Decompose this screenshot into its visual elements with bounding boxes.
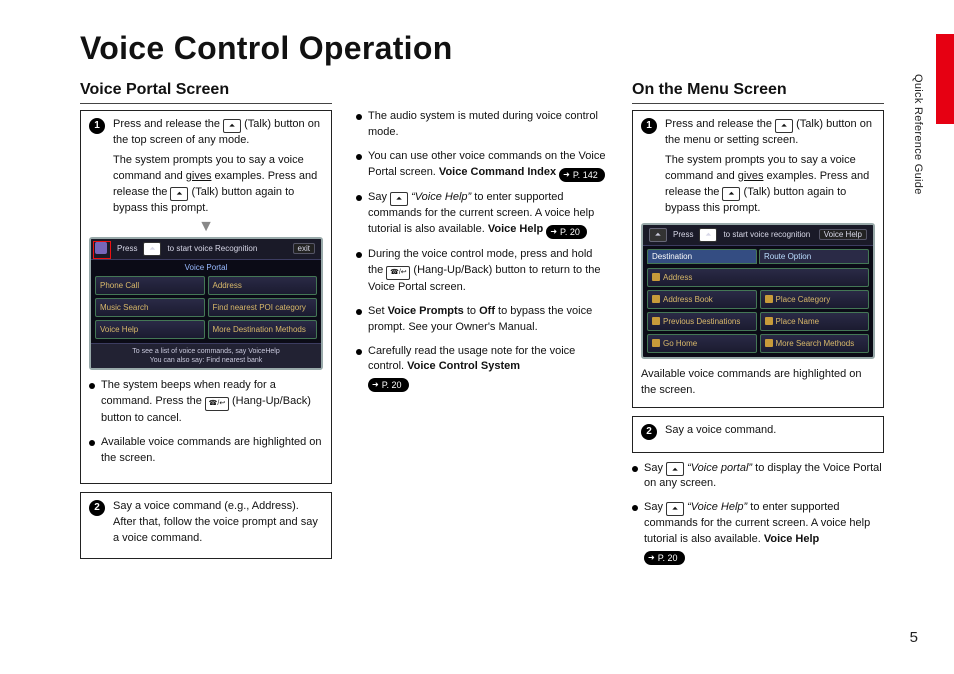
- talk-icon: ⏶: [390, 192, 408, 206]
- hangup-back-icon: ☎/↩: [205, 397, 229, 411]
- step-1-text: Press and release the ⏶ (Talk) button on…: [113, 117, 323, 217]
- column-voice-portal: Voice Portal Screen 1 Press and release …: [80, 81, 332, 573]
- device-title: Voice Portal: [91, 260, 321, 272]
- device-btn: Address: [647, 268, 869, 287]
- bullet: The system beeps when ready for a comman…: [101, 378, 323, 427]
- talk-icon: ⏶: [666, 462, 684, 476]
- page-number: 5: [910, 629, 918, 646]
- device-btn: Music Search: [95, 298, 205, 317]
- talk-icon: ⏶: [143, 242, 161, 256]
- talk-icon: ⏶: [699, 228, 717, 242]
- exit-button: exit: [293, 243, 315, 254]
- section-tab-marker: [936, 34, 954, 124]
- page-ref-icon: P. 20: [644, 551, 685, 565]
- device-btn: Address: [208, 276, 318, 295]
- talk-icon: ⏶: [223, 119, 241, 133]
- talk-icon: ⏶: [170, 187, 188, 201]
- step-2-box: 2 Say a voice command.: [632, 416, 884, 453]
- step-1-box: 1 Press and release the ⏶ (Talk) button …: [80, 110, 332, 484]
- device-btn: Place Category: [760, 290, 870, 309]
- page-ref-icon: P. 20: [368, 378, 409, 392]
- bullet: Carefully read the usage note for the vo…: [368, 344, 608, 393]
- bullet: Say ⏶ “Voice Help” to enter supported co…: [368, 190, 608, 239]
- column-middle-notes: The audio system is muted during voice c…: [356, 81, 608, 573]
- step-2-text: Say a voice command.: [665, 423, 776, 440]
- device-btn: Find nearest POI category: [208, 298, 318, 317]
- device-btn: Voice Help: [95, 320, 205, 339]
- side-label: Quick Reference Guide: [912, 74, 924, 195]
- step-number-2-icon: 2: [89, 500, 105, 516]
- heading-voice-portal: Voice Portal Screen: [80, 81, 332, 104]
- device-btn: More Destination Methods: [208, 320, 318, 339]
- step-2-box: 2 Say a voice command (e.g., Address). A…: [80, 492, 332, 560]
- device-btn: Place Name: [760, 312, 870, 331]
- tab-route-option: Route Option: [759, 249, 869, 264]
- heading-on-menu: On the Menu Screen: [632, 81, 884, 104]
- page-title: Voice Control Operation: [80, 30, 884, 67]
- bullet: Say ⏶ “Voice Help” to enter supported co…: [644, 500, 884, 565]
- tab-destination: Destination: [647, 249, 757, 264]
- step-number-1-icon: 1: [89, 118, 105, 134]
- device-screenshot-menu: ⏶ Press ⏶ to start voice recognition Voi…: [641, 223, 875, 359]
- step-number-1-icon: 1: [641, 118, 657, 134]
- bullet: During the voice control mode, press and…: [368, 247, 608, 296]
- talk-icon: ⏶: [649, 228, 667, 242]
- device-screenshot-voice-portal: Press ⏶ to start voice Recognition exit …: [89, 237, 323, 370]
- page-ref-icon: P. 20: [546, 225, 587, 239]
- page-ref-icon: P. 142: [559, 168, 605, 182]
- talk-icon: ⏶: [722, 187, 740, 201]
- step-2-text: Say a voice command (e.g., Address). Aft…: [113, 499, 323, 547]
- bullet: You can use other voice commands on the …: [368, 149, 608, 182]
- talk-icon: ⏶: [666, 502, 684, 516]
- caption: Available voice commands are highlighted…: [641, 367, 875, 399]
- bullet: The audio system is muted during voice c…: [368, 109, 608, 141]
- bullet: Set Voice Prompts to Off to bypass the v…: [368, 304, 608, 336]
- pointer-down-icon: ▼: [89, 221, 323, 233]
- step-1-text: Press and release the ⏶ (Talk) button on…: [665, 117, 875, 217]
- voice-help-button: Voice Help: [819, 229, 867, 240]
- device-btn: Go Home: [647, 334, 757, 353]
- bullet: Available voice commands are highlighted…: [101, 435, 323, 467]
- device-btn: More Search Methods: [760, 334, 870, 353]
- device-btn: Previous Destinations: [647, 312, 757, 331]
- bullet: Say ⏶ “Voice portal” to display the Voic…: [644, 461, 884, 493]
- step-number-2-icon: 2: [641, 424, 657, 440]
- device-btn: Phone Call: [95, 276, 205, 295]
- talk-icon: ⏶: [775, 119, 793, 133]
- column-on-menu: On the Menu Screen 1 Press and release t…: [632, 81, 884, 573]
- step-1-box: 1 Press and release the ⏶ (Talk) button …: [632, 110, 884, 408]
- hangup-back-icon: ☎/↩: [386, 266, 410, 280]
- device-btn: Address Book: [647, 290, 757, 309]
